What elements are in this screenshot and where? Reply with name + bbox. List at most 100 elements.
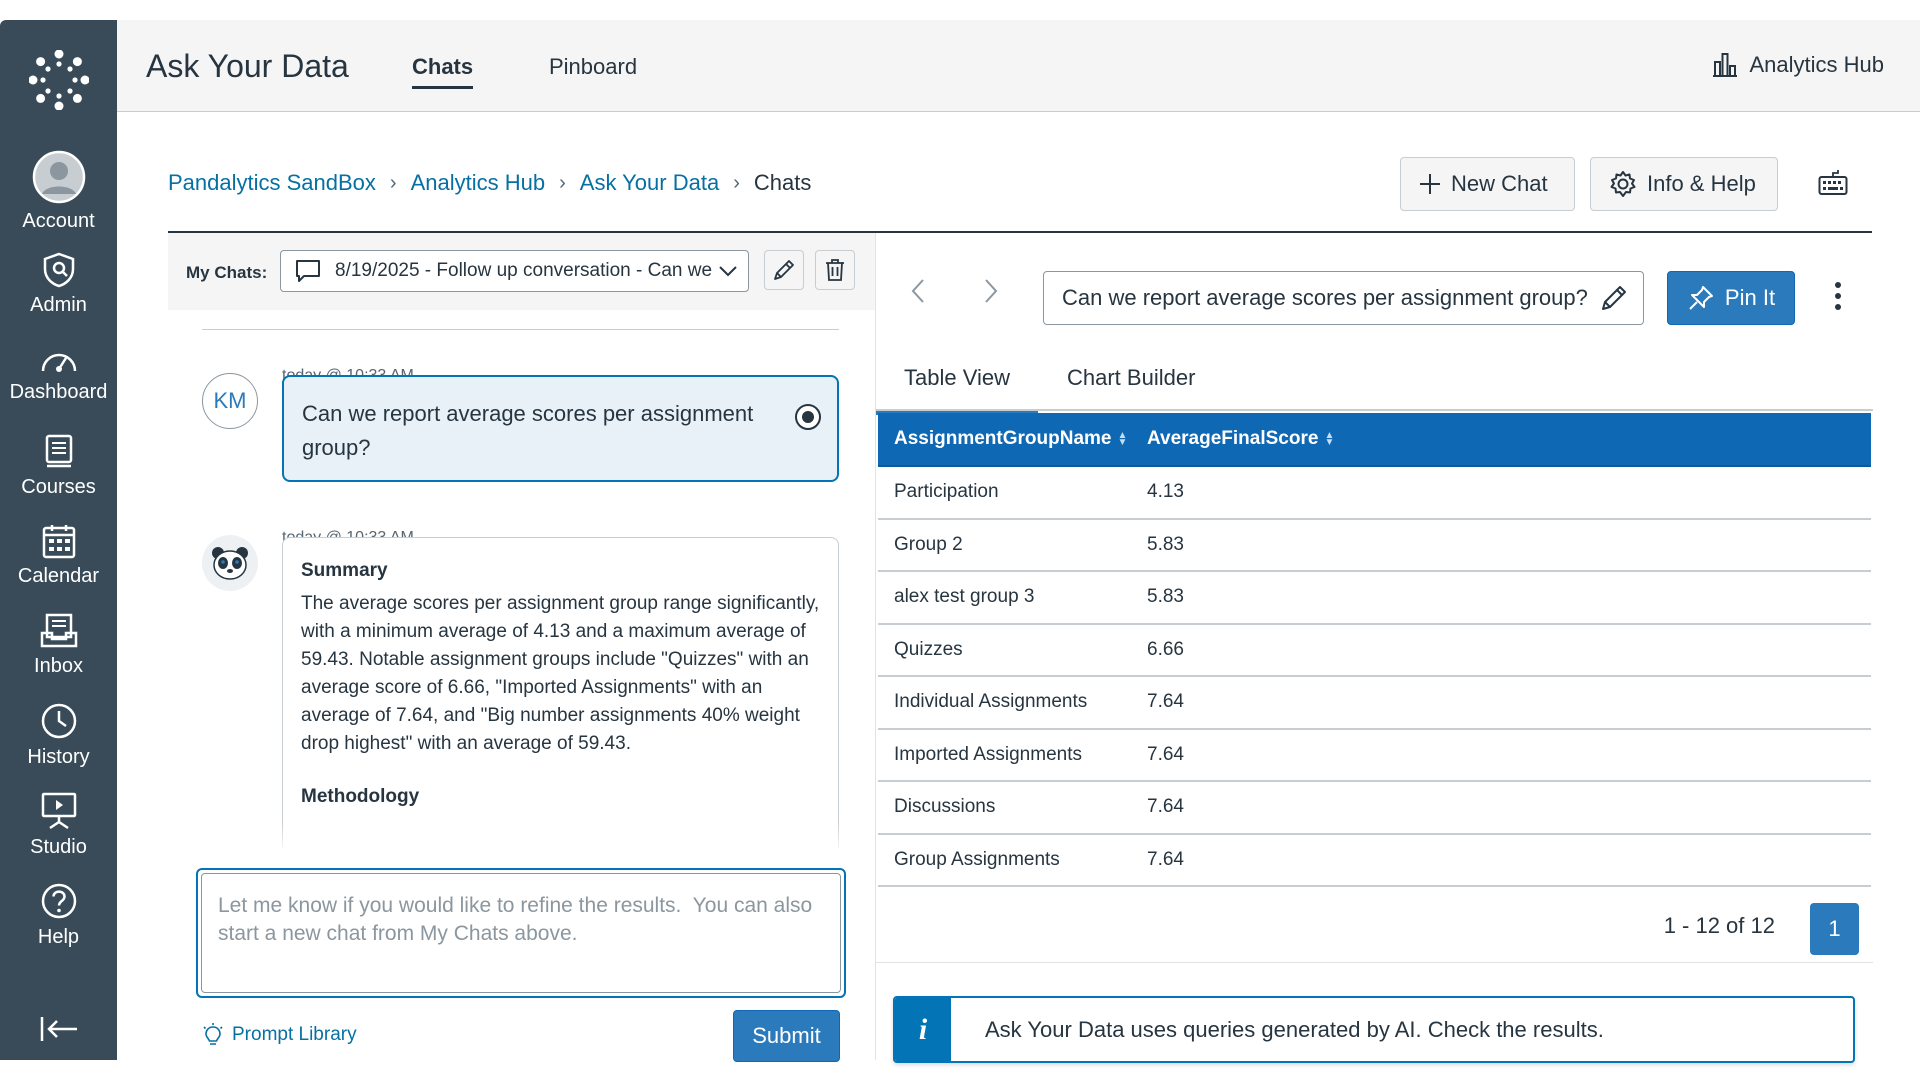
results-panel: Can we report average scores per assignm… [875,233,1873,1063]
breadcrumb-link-ask-your-data[interactable]: Ask Your Data [580,170,719,196]
table-row: Discussions 7.64 [878,782,1871,835]
nav-inbox[interactable]: Inbox [0,613,117,699]
nav-courses[interactable]: Courses [0,434,117,520]
table-row: Participation 4.13 [878,467,1871,520]
chevron-down-icon [719,266,737,277]
pin-it-button[interactable]: Pin It [1667,271,1795,325]
breadcrumb-link-analytics-hub[interactable]: Analytics Hub [411,170,546,196]
ai-notice-alert: i Ask Your Data uses queries generated b… [893,996,1855,1063]
tab-table-view[interactable]: Table View [876,365,1038,415]
results-table: AssignmentGroupName ▲ ▼ AverageFinalScore… [878,413,1871,887]
kebab-menu-icon [1835,282,1841,310]
selected-message-radio[interactable] [795,404,821,430]
cell-group-name: Discussions [894,796,996,818]
query-title-text: Can we report average scores per assignm… [1062,285,1588,310]
dashboard-gauge-icon [41,353,76,372]
nav-dashboard[interactable]: Dashboard [0,345,117,431]
collapse-nav-button[interactable] [0,1015,117,1051]
history-clock-icon [41,703,76,739]
prompt-library-label: Prompt Library [232,1024,357,1045]
nav-account[interactable]: Account [0,150,117,236]
pin-it-label: Pin It [1724,285,1776,310]
rename-chat-button[interactable] [764,250,804,290]
cell-average-score: 4.13 [1147,481,1184,503]
lightbulb-icon [203,1023,223,1045]
nav-admin[interactable]: Admin [0,252,117,338]
cell-group-name: Imported Assignments [894,743,1082,765]
pagination: 1 - 12 of 12 1 [876,863,1873,963]
chevron-left-icon [911,279,924,303]
sort-icon: ▲ ▼ [1324,430,1335,448]
table-row: Group 2 5.83 [878,520,1871,572]
nav-inbox-label: Inbox [34,655,83,677]
studio-icon [41,792,76,830]
table-row: Quizzes 6.66 [878,625,1871,677]
nav-studio-label: Studio [30,836,87,858]
calendar-icon [42,525,75,559]
more-options-button[interactable] [1834,281,1842,316]
canvas-logo-icon [28,50,89,110]
my-chats-select[interactable]: 8/19/2025 - Follow up conversation - Can… [280,250,749,292]
cell-group-name: alex test group 3 [894,586,1035,608]
user-message-bubble[interactable]: Can we report average scores per assignm… [282,375,839,482]
table-row: alex test group 3 5.83 [878,572,1871,625]
nav-admin-label: Admin [30,294,87,316]
nav-account-label: Account [22,210,95,232]
query-title-field[interactable]: Can we report average scores per assignm… [1043,271,1644,325]
bot-avatar [202,535,258,591]
cell-average-score: 7.64 [1147,796,1184,818]
info-help-label: Info & Help [1647,171,1756,196]
prompt-library-link[interactable]: Prompt Library [202,1023,357,1047]
tab-pinboard[interactable]: Pinboard [549,54,637,80]
plus-icon [1420,174,1440,194]
cell-group-name: Participation [894,481,999,503]
keyboard-shortcuts-button[interactable] [1818,170,1848,201]
table-row: Individual Assignments 7.64 [878,677,1871,730]
scroll-fade [282,823,839,853]
sort-icon: ▲ ▼ [1117,430,1128,448]
page-button[interactable]: 1 [1810,903,1859,955]
column-header-label: AssignmentGroupName [894,428,1112,449]
gear-icon [1610,171,1636,197]
user-message-text: Can we report average scores per assignm… [302,401,754,460]
analytics-hub-label: Analytics Hub [1749,52,1884,77]
cell-group-name: Individual Assignments [894,691,1088,713]
nav-history[interactable]: History [0,702,117,788]
nav-calendar[interactable]: Calendar [0,523,117,609]
methodology-heading: Methodology [301,786,420,807]
global-nav: Account Admin Dashboard Courses Calendar… [0,20,117,1060]
delete-chat-button[interactable] [815,250,855,290]
column-header-label: AverageFinalScore [1147,428,1319,449]
submit-button[interactable]: Submit [733,1010,840,1062]
cell-average-score: 7.64 [1147,691,1184,713]
my-chats-selected-value: 8/19/2025 - Follow up conversation - Can… [335,260,718,281]
collapse-arrow-icon [40,1017,77,1041]
nav-help-label: Help [37,926,80,948]
panda-icon [212,547,248,580]
table-header-row: AssignmentGroupName ▲ ▼ AverageFinalScore… [878,413,1871,467]
table-row: Imported Assignments 7.64 [878,730,1871,782]
analytics-hub-link[interactable]: Analytics Hub [1711,52,1884,78]
breadcrumb: Pandalytics SandBox › Analytics Hub › As… [168,170,811,196]
cell-average-score: 5.83 [1147,533,1184,555]
help-icon [41,883,76,919]
tab-chats[interactable]: Chats [412,54,474,89]
app-header: Ask Your Data Chats Pinboard Analytics H… [117,20,1920,112]
my-chats-label: My Chats: [186,263,268,282]
tab-chart-builder[interactable]: Chart Builder [1067,365,1195,391]
column-header-assignment-group[interactable]: AssignmentGroupName ▲ ▼ [878,428,1147,450]
message-input[interactable] [201,873,841,993]
next-query-button[interactable] [983,277,999,310]
user-avatar: KM [202,373,258,429]
cell-group-name: Quizzes [894,638,963,660]
pencil-icon[interactable] [1599,283,1629,313]
new-chat-button[interactable]: New Chat [1400,157,1575,211]
nav-studio[interactable]: Studio [0,792,117,878]
nav-help[interactable]: Help [0,882,117,968]
canvas-logo[interactable] [0,20,117,140]
previous-query-button[interactable] [910,277,926,310]
pin-icon [1689,286,1713,310]
info-help-button[interactable]: Info & Help [1590,157,1778,211]
column-header-average-score[interactable]: AverageFinalScore ▲ ▼ [1147,428,1871,450]
breadcrumb-link-sandbox[interactable]: Pandalytics SandBox [168,170,376,196]
